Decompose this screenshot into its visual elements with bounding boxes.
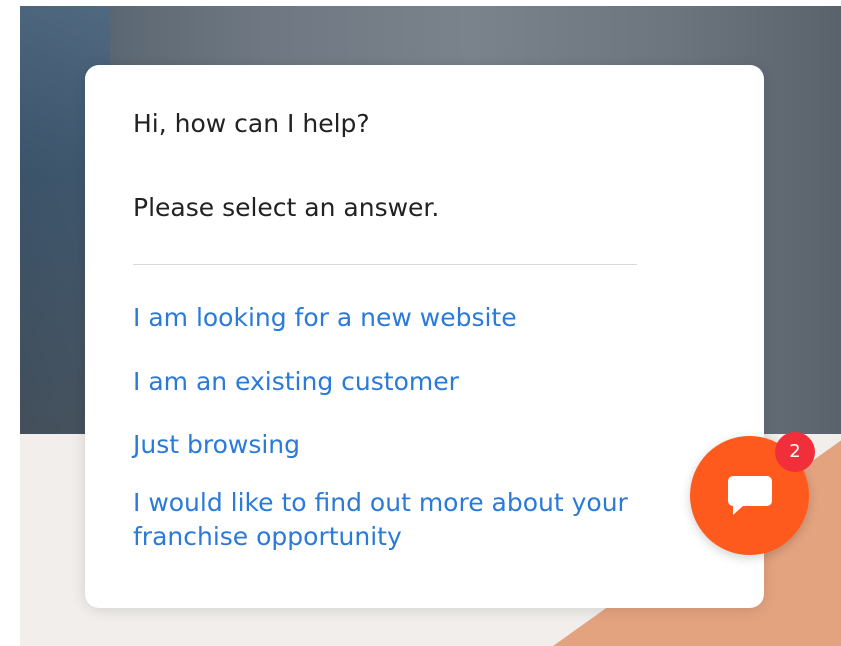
answer-options-list: I am looking for a new website I am an e… (133, 301, 653, 584)
chat-divider (133, 264, 637, 265)
option-new-website[interactable]: I am looking for a new website (133, 301, 653, 335)
unread-count-badge: 2 (775, 432, 815, 472)
chat-panel: Hi, how can I help? Please select an ans… (85, 65, 764, 608)
background-margin-left (0, 0, 20, 646)
option-existing-customer[interactable]: I am an existing customer (133, 365, 653, 399)
chat-greeting: Hi, how can I help? (133, 109, 370, 138)
chat-bubble-icon (728, 476, 772, 515)
chat-prompt: Please select an answer. (133, 193, 440, 222)
option-franchise-opportunity[interactable]: I would like to find out more about your… (133, 486, 653, 554)
background-margin-top (0, 0, 841, 6)
option-just-browsing[interactable]: Just browsing (133, 428, 653, 462)
